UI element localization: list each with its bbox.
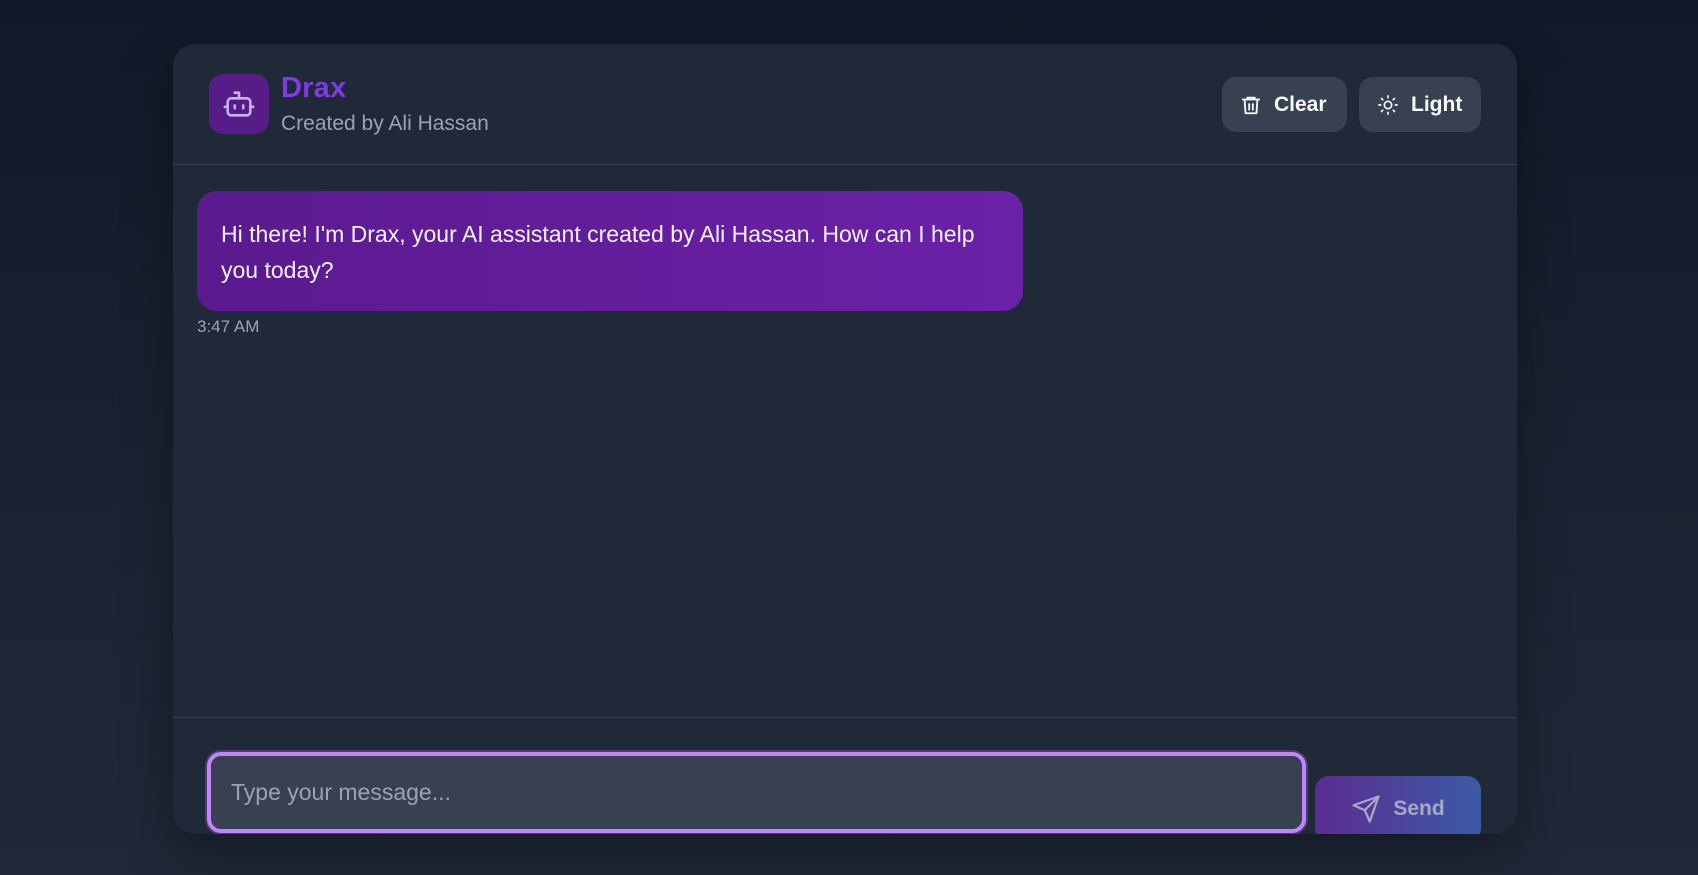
app-title: Drax	[281, 72, 347, 104]
chat-window: Drax Created by Ali Hassan Clear Light H…	[173, 44, 1517, 834]
message-timestamp: 3:47 AM	[197, 317, 260, 336]
app-subtitle: Created by Ali Hassan	[281, 112, 489, 135]
send-button-label: Send	[1393, 797, 1445, 820]
theme-toggle-button[interactable]: Light	[1359, 77, 1481, 132]
message-composer: Send	[173, 717, 1517, 834]
avatar	[209, 74, 269, 134]
clear-button[interactable]: Clear	[1222, 77, 1347, 132]
message-list[interactable]: Hi there! I'm Drax, your AI assistant cr…	[173, 166, 1517, 717]
clear-button-label: Clear	[1274, 92, 1327, 116]
trash-icon	[1240, 94, 1262, 116]
theme-toggle-label: Light	[1411, 92, 1463, 116]
assistant-message-bubble: Hi there! I'm Drax, your AI assistant cr…	[197, 191, 1023, 311]
sun-icon	[1377, 94, 1399, 116]
message-input[interactable]	[207, 752, 1306, 833]
send-icon	[1351, 794, 1381, 824]
chat-header: Drax Created by Ali Hassan Clear Light	[173, 44, 1517, 165]
robot-icon	[222, 87, 256, 121]
send-button[interactable]: Send	[1315, 776, 1481, 834]
